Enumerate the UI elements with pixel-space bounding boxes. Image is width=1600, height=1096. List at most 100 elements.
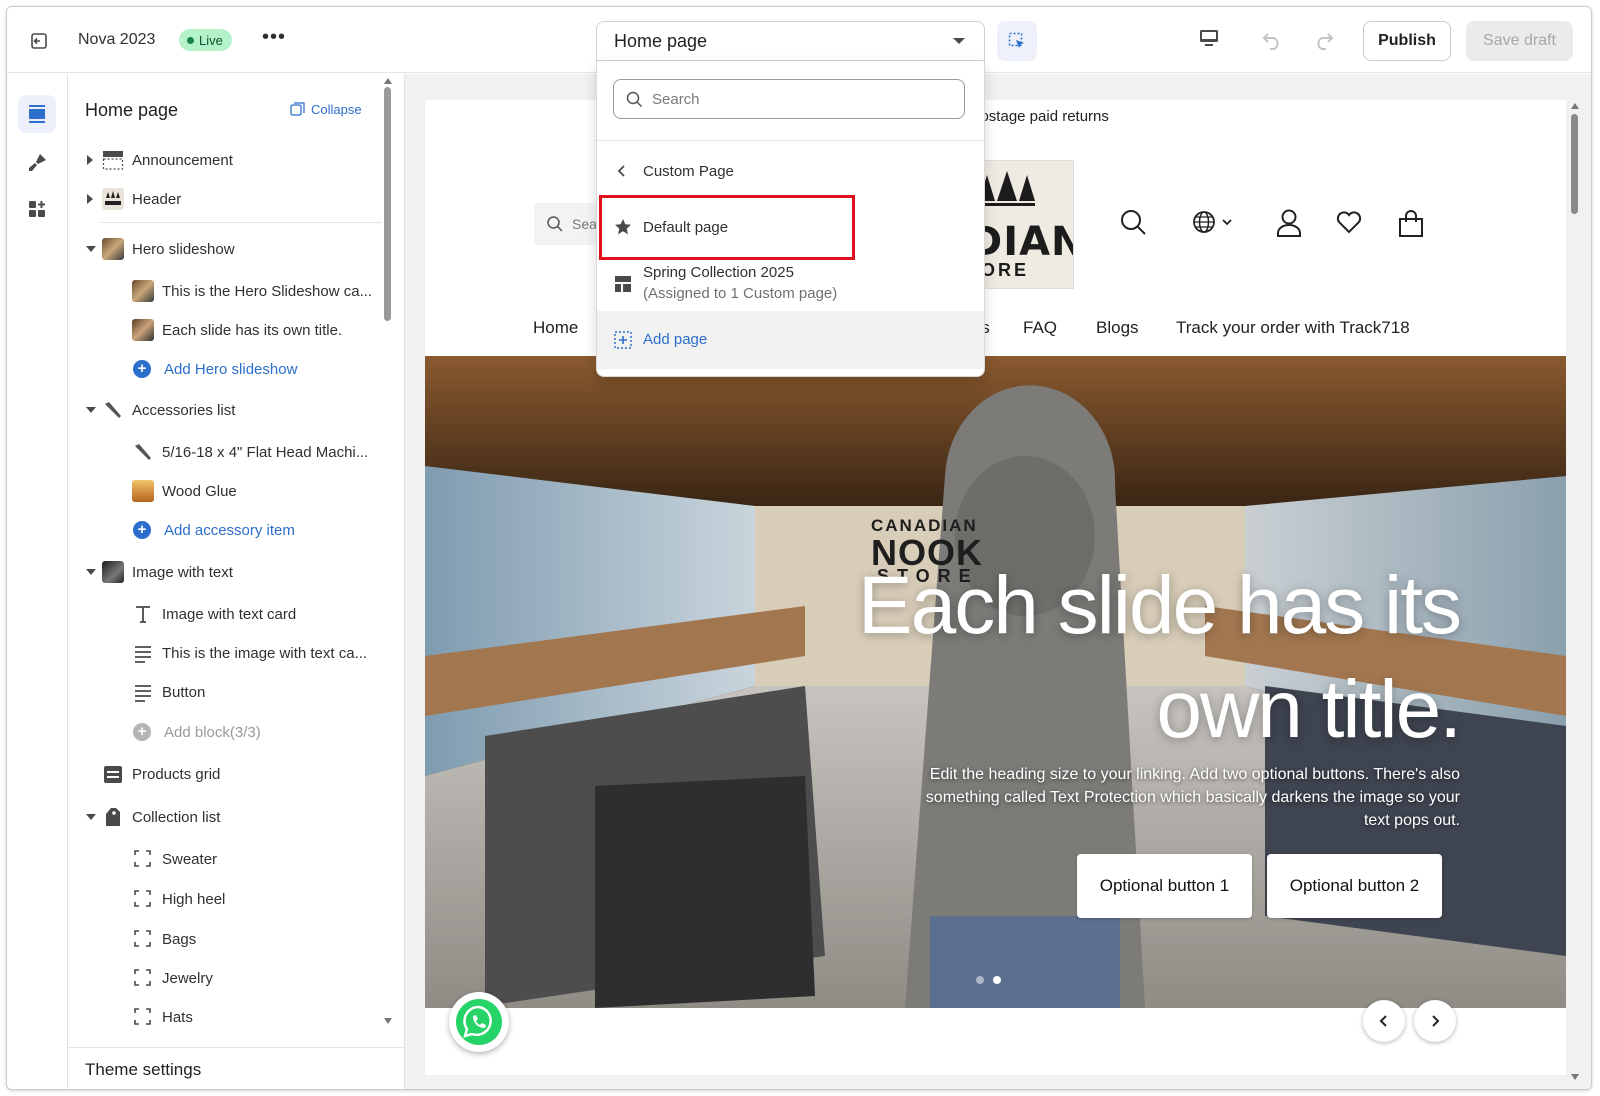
preview-scroll-up-icon[interactable] bbox=[1571, 103, 1579, 109]
account-icon[interactable] bbox=[1275, 208, 1303, 238]
collapse-icon[interactable] bbox=[86, 246, 96, 252]
live-label: Live bbox=[199, 32, 223, 48]
block-collection-2[interactable]: High heel bbox=[68, 884, 368, 914]
nav-track-order[interactable]: Track your order with Track718 bbox=[1176, 318, 1410, 338]
add-hero-slideshow[interactable]: + Add Hero slideshow bbox=[68, 354, 368, 384]
add-page-row[interactable]: Add page bbox=[597, 311, 984, 369]
slide-dot-1[interactable] bbox=[976, 976, 984, 984]
block-image-text-1[interactable]: Image with text card bbox=[68, 599, 368, 629]
block-collection-5[interactable]: Hats bbox=[68, 1002, 368, 1032]
back-label: Custom Page bbox=[643, 162, 734, 180]
block-collection-4[interactable]: Jewelry bbox=[68, 963, 368, 993]
sidebar-scrollbar[interactable] bbox=[384, 87, 391, 321]
add-accessory-item[interactable]: + Add accessory item bbox=[68, 515, 368, 545]
hero-description: Edit the heading size to your linking. A… bbox=[925, 766, 1460, 829]
nav-faq[interactable]: FAQ bbox=[1023, 318, 1057, 338]
plus-circle-icon: + bbox=[133, 360, 151, 378]
block-collection-3[interactable]: Bags bbox=[68, 924, 368, 954]
publish-button[interactable]: Publish bbox=[1363, 21, 1451, 61]
left-rail bbox=[7, 74, 68, 1089]
section-products-grid[interactable]: Products grid bbox=[68, 759, 368, 789]
template-icon bbox=[615, 276, 631, 292]
item-sublabel: (Assigned to 1 Custom page) bbox=[643, 285, 838, 302]
page-selector[interactable]: Home page bbox=[596, 21, 985, 61]
block-label: This is the Hero Slideshow ca... bbox=[162, 282, 373, 300]
highlight-box bbox=[599, 195, 855, 260]
shopping-bag-icon[interactable] bbox=[1397, 208, 1425, 238]
sections-icon bbox=[29, 105, 45, 123]
section-label: Image with text bbox=[132, 563, 233, 581]
collection-item-icon bbox=[134, 890, 151, 907]
apps-tab[interactable] bbox=[18, 190, 56, 228]
desktop-icon bbox=[1200, 30, 1218, 46]
section-accessories-list[interactable]: Accessories list bbox=[68, 395, 368, 425]
slide-thumbnail bbox=[132, 319, 154, 341]
pine-trees-icon bbox=[979, 171, 1035, 206]
theme-settings-footer[interactable]: Theme settings bbox=[68, 1047, 404, 1089]
exit-button[interactable] bbox=[25, 27, 53, 55]
collection-item-icon bbox=[134, 969, 151, 986]
section-announcement[interactable]: Announcement bbox=[68, 145, 368, 175]
theme-settings-tab[interactable] bbox=[18, 144, 56, 182]
block-label: 5/16-18 x 4" Flat Head Machi... bbox=[162, 443, 369, 461]
block-image-text-3[interactable]: Button bbox=[68, 677, 368, 707]
sections-tab[interactable] bbox=[18, 95, 56, 133]
logo-subtext: ORE bbox=[981, 260, 1030, 280]
search-icon[interactable] bbox=[1119, 208, 1147, 236]
collection-item-icon bbox=[134, 930, 151, 947]
next-slide-button[interactable] bbox=[1414, 1000, 1456, 1042]
expand-icon[interactable] bbox=[87, 155, 93, 165]
add-page-icon bbox=[614, 331, 632, 349]
collection-item-icon bbox=[134, 1008, 151, 1025]
prev-slide-button[interactable] bbox=[1363, 1000, 1405, 1042]
block-accessory-1[interactable]: 5/16-18 x 4" Flat Head Machi... bbox=[68, 437, 368, 467]
section-image-with-text[interactable]: Image with text bbox=[68, 557, 368, 587]
nav-blogs[interactable]: Blogs bbox=[1096, 318, 1139, 338]
save-draft-button[interactable]: Save draft bbox=[1466, 21, 1573, 61]
preview-scroll-down-icon[interactable] bbox=[1571, 1074, 1579, 1080]
whatsapp-button[interactable] bbox=[449, 992, 509, 1052]
block-hero-2[interactable]: Each slide has its own title. bbox=[68, 315, 368, 345]
collapse-button[interactable]: Collapse bbox=[290, 102, 362, 117]
block-collection-1[interactable]: Sweater bbox=[68, 844, 368, 874]
slide-dot-2[interactable] bbox=[993, 976, 1001, 984]
collection-tag-icon bbox=[106, 808, 120, 826]
section-label: Products grid bbox=[132, 765, 221, 783]
block-label: This is the image with text ca... bbox=[162, 644, 368, 662]
device-preview-button[interactable] bbox=[1198, 27, 1220, 53]
dropdown-item-spring-collection[interactable]: Spring Collection 2025 (Assigned to 1 Cu… bbox=[597, 261, 984, 307]
block-image-text-2[interactable]: This is the image with text ca... bbox=[68, 638, 368, 668]
block-accessory-2[interactable]: Wood Glue bbox=[68, 476, 368, 506]
scroll-down-icon[interactable] bbox=[384, 1018, 392, 1024]
header-logo-thumbnail bbox=[102, 188, 124, 210]
optional-button-2[interactable]: Optional button 2 bbox=[1267, 854, 1442, 918]
section-header[interactable]: Header bbox=[68, 184, 368, 214]
optional-button-1[interactable]: Optional button 1 bbox=[1077, 854, 1252, 918]
back-to-custom-page[interactable]: Custom Page bbox=[597, 159, 984, 183]
section-hero-slideshow[interactable]: Hero slideshow bbox=[68, 234, 368, 264]
collapse-icon[interactable] bbox=[86, 814, 96, 820]
more-actions-button[interactable]: ••• bbox=[261, 27, 287, 51]
chevron-left-icon bbox=[1379, 1015, 1387, 1027]
add-block-disabled: + Add block(3/3) bbox=[68, 717, 368, 747]
globe-language-icon[interactable] bbox=[1191, 208, 1237, 236]
block-hero-1[interactable]: This is the Hero Slideshow ca... bbox=[68, 276, 372, 306]
collapse-icon[interactable] bbox=[86, 569, 96, 575]
block-label: Image with text card bbox=[162, 605, 297, 623]
theme-name: Nova 2023 bbox=[78, 31, 156, 48]
expand-icon[interactable] bbox=[87, 194, 93, 204]
dropdown-search-input[interactable]: Search bbox=[613, 79, 965, 119]
inspector-button[interactable] bbox=[997, 21, 1037, 61]
redo-button[interactable] bbox=[1313, 29, 1337, 55]
plus-circle-icon: + bbox=[133, 723, 151, 741]
collapse-icon[interactable] bbox=[86, 407, 96, 413]
undo-button[interactable] bbox=[1259, 29, 1283, 55]
scroll-up-icon[interactable] bbox=[384, 78, 392, 84]
block-label: Bags bbox=[162, 930, 197, 948]
section-collection-list[interactable]: Collection list bbox=[68, 802, 368, 832]
nav-home[interactable]: Home bbox=[533, 318, 578, 338]
preview-scrollbar[interactable] bbox=[1571, 114, 1578, 214]
block-label: Each slide has its own title. bbox=[162, 321, 343, 339]
item-label: Spring Collection 2025 bbox=[643, 264, 794, 281]
wishlist-heart-icon[interactable] bbox=[1335, 208, 1363, 236]
